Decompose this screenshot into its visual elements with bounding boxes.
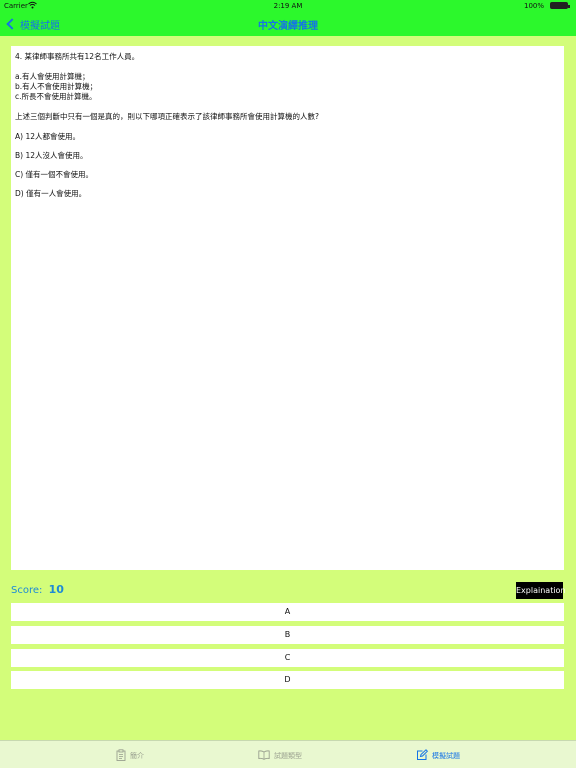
book-icon <box>258 750 274 762</box>
battery-percent: 100% <box>523 2 544 10</box>
tab-bar: 簡介 試題類型 模擬試題 <box>0 740 576 768</box>
question-condition: a.有人會使用計算機； <box>15 72 90 81</box>
question-option-d: D) 僅有一人會使用。 <box>15 189 87 198</box>
question-prompt: 上述三個判斷中只有一個是真的，則以下哪項正確表示了該律師事務所會使用計算機的人數… <box>15 112 319 121</box>
question-option-b: B) 12人沒人會使用。 <box>15 151 88 160</box>
clipboard-icon <box>116 749 130 763</box>
answer-button-c[interactable]: C <box>11 649 564 667</box>
answer-button-b[interactable]: B <box>11 626 564 644</box>
question-condition: c.所長不會使用計算機。 <box>15 92 97 101</box>
navigation-bar: 模擬試題 中文演繹推理 <box>0 12 576 36</box>
question-option-a: A) 12人都會使用。 <box>15 132 80 141</box>
score-value: 10 <box>48 583 64 596</box>
tab-question-types[interactable]: 試題類型 <box>258 749 302 763</box>
status-bar: Carrier 2:19 AM 100% <box>0 0 576 12</box>
tab-introduction[interactable]: 簡介 <box>116 749 144 763</box>
page-title: 中文演繹推理 <box>258 21 318 32</box>
question-title: 4. 某律師事務所共有12名工作人員。 <box>15 52 140 61</box>
score-label: Score: <box>11 585 43 596</box>
score-display: Score: 10 <box>11 583 64 596</box>
answer-button-a[interactable]: A <box>11 603 564 621</box>
tab-mock-exam-label: 模擬試題 <box>432 752 460 760</box>
status-time: 2:19 AM <box>273 2 303 10</box>
tab-introduction-label: 簡介 <box>130 752 144 760</box>
tab-question-types-label: 試題類型 <box>274 752 302 760</box>
question-option-c: C) 僅有一個不會使用。 <box>15 170 94 179</box>
question-condition: b.有人不會使用計算機； <box>15 82 98 91</box>
answer-button-d[interactable]: D <box>11 671 564 689</box>
tab-mock-exam[interactable]: 模擬試題 <box>416 749 460 763</box>
edit-icon <box>416 749 432 763</box>
explanation-button[interactable]: Explaination <box>516 582 566 599</box>
battery-icon <box>550 2 570 9</box>
question-panel: 4. 某律師事務所共有12名工作人員。 a.有人會使用計算機； b.有人不會使用… <box>11 46 564 570</box>
